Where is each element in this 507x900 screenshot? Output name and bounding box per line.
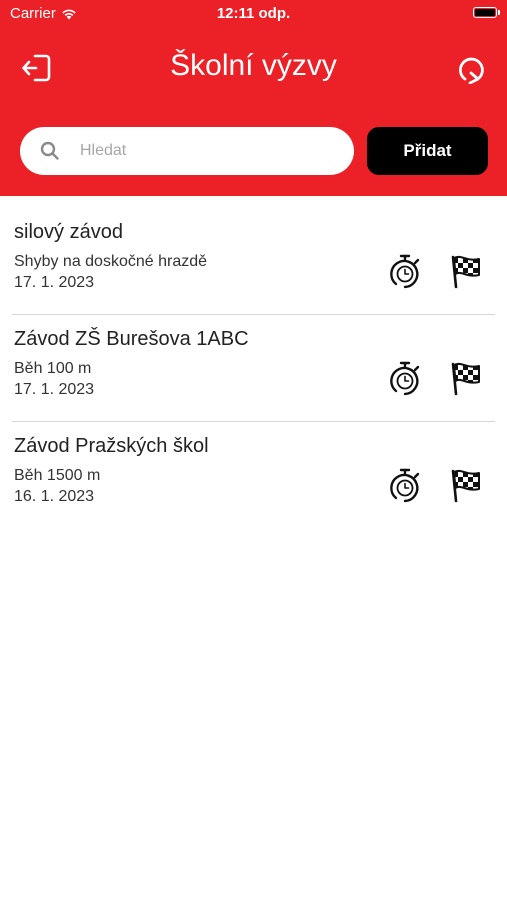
challenge-date: 16. 1. 2023 xyxy=(14,488,95,505)
page-title: Školní výzvy xyxy=(170,49,337,82)
stopwatch-icon xyxy=(388,467,422,508)
challenge-item[interactable]: Závod Pražských škol Běh 1500 m 16. 1. 202… xyxy=(0,422,507,529)
add-button[interactable]: Přidat xyxy=(367,127,488,175)
refresh-button[interactable] xyxy=(451,48,491,88)
challenge-title: Závod ZŠ Burešova 1ABC xyxy=(14,328,249,350)
challenge-date: 17. 1. 2023 xyxy=(14,274,95,291)
battery-icon xyxy=(473,7,500,18)
results-button[interactable] xyxy=(445,360,485,400)
challenge-item[interactable]: Závod ZŠ Burešova 1ABC Běh 100 m 17. 1. 20… xyxy=(0,315,507,422)
checkered-flag-icon xyxy=(448,253,482,294)
search-bar[interactable] xyxy=(20,127,354,175)
stopwatch-icon xyxy=(388,360,422,401)
status-bar: Carrier 12:11 odp. xyxy=(0,0,507,28)
refresh-icon xyxy=(459,57,484,84)
challenge-list: silový závod Shyby na doskočné hrazdě 17. … xyxy=(0,208,507,529)
challenge-date: 17. 1. 2023 xyxy=(14,381,95,398)
timer-button[interactable] xyxy=(385,360,425,400)
search-icon xyxy=(40,141,59,160)
challenge-title: silový závod xyxy=(14,221,123,243)
timer-button[interactable] xyxy=(385,253,425,293)
challenge-discipline: Běh 100 m xyxy=(14,360,92,377)
challenge-item[interactable]: silový závod Shyby na doskočné hrazdě 17. … xyxy=(0,208,507,315)
challenge-discipline: Shyby na doskočné hrazdě xyxy=(14,253,208,270)
results-button[interactable] xyxy=(445,253,485,293)
checkered-flag-icon xyxy=(448,467,482,508)
screen: Carrier 12:11 odp. Školní výzvy Hledat P… xyxy=(0,0,507,900)
stopwatch-icon xyxy=(388,253,422,294)
clock: 12:11 odp. xyxy=(216,5,291,22)
checkered-flag-icon xyxy=(448,360,482,401)
challenge-discipline: Běh 1500 m xyxy=(14,467,101,484)
results-button[interactable] xyxy=(445,467,485,507)
search-input[interactable] xyxy=(78,141,302,161)
challenge-title: Závod Pražských škol xyxy=(14,435,209,457)
timer-button[interactable] xyxy=(385,467,425,507)
